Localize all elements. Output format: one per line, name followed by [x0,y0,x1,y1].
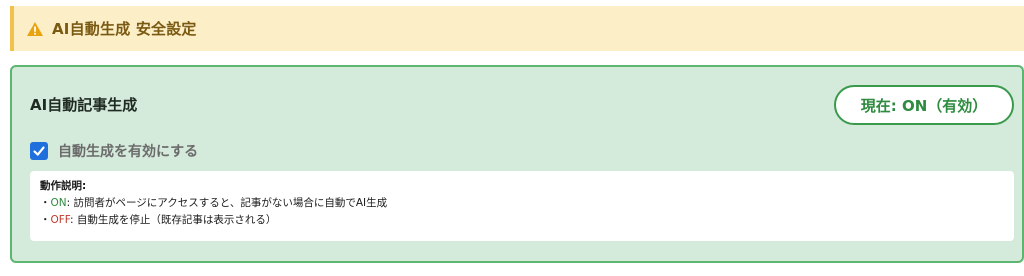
description-item-on: ・ON: 訪問者がページにアクセスすると、記事がない場合に自動でAI生成 [40,195,1004,212]
safety-settings-banner: AI自動生成 安全設定 [10,6,1024,51]
off-description-text: 自動生成を停止（既存記事は表示される） [76,214,277,226]
description-title: 動作説明: [40,180,87,192]
settings-page: AI自動生成 安全設定 AI自動記事生成 現在: ON（有効） 自動生成を有効に… [0,0,1024,276]
checkmark-icon [33,146,45,156]
off-label: OFF [50,214,71,226]
bullet: ・ [40,197,51,209]
separator: : [70,214,77,226]
bullet: ・ [40,214,51,226]
auto-generate-label[interactable]: 自動生成を有効にする [58,141,198,161]
ai-article-generation-panel: AI自動記事生成 現在: ON（有効） 自動生成を有効にする 動作説明: ・ON… [10,65,1024,263]
on-description-text: 訪問者がページにアクセスすると、記事がない場合に自動でAI生成 [73,197,388,209]
separator: : [66,197,74,209]
status-badge: 現在: ON（有効） [834,85,1014,125]
panel-title: AI自動記事生成 [30,96,138,114]
auto-generate-checkbox[interactable] [30,142,48,160]
banner-title: AI自動生成 安全設定 [52,20,197,38]
warning-icon [26,21,44,37]
behavior-description: 動作説明: ・ON: 訪問者がページにアクセスすると、記事がない場合に自動でAI… [30,171,1014,241]
description-item-off: ・OFF: 自動生成を停止（既存記事は表示される） [40,212,1004,229]
on-label: ON [50,197,67,209]
auto-generate-toggle[interactable]: 自動生成を有効にする [30,141,198,161]
